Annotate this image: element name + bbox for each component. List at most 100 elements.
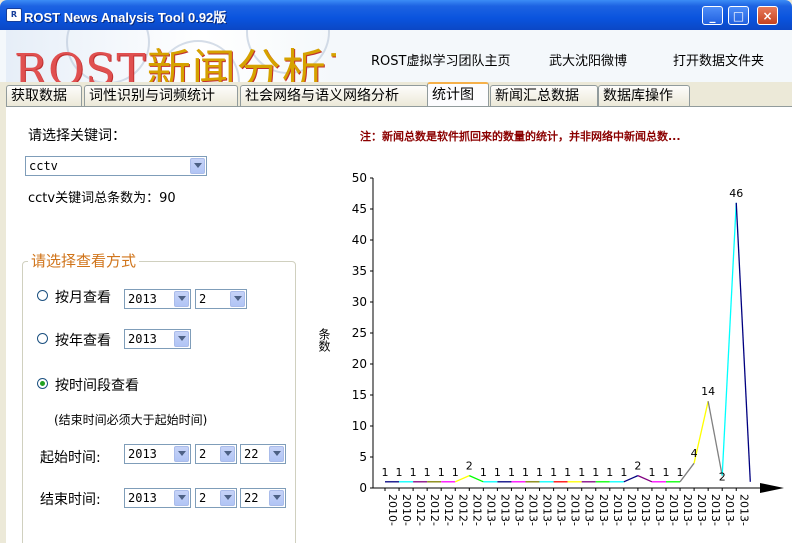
radio-by-month[interactable] [37, 290, 48, 301]
y-tick-label: 40 [352, 233, 367, 247]
x-tick-label: 2013- [611, 494, 624, 526]
x-tick-label: 2013- [555, 494, 568, 526]
link-weibo[interactable]: 武大沈阳微博 [549, 50, 627, 69]
x-tick-label: 2013- [541, 494, 554, 526]
x-tick-label: 2013- [625, 494, 638, 526]
chevron-down-icon[interactable] [269, 490, 284, 506]
data-label: 1 [382, 466, 389, 479]
radio-by-range[interactable] [37, 378, 48, 389]
end-year-value: 2013 [128, 491, 157, 505]
range-note: (结束时间必须大于起始时间) [54, 413, 208, 427]
chevron-down-icon[interactable] [220, 446, 235, 462]
x-tick-label: 2012- [414, 494, 427, 526]
chevron-down-icon[interactable] [220, 490, 235, 506]
data-label: 1 [494, 466, 501, 479]
title-bar[interactable]: R ROST News Analysis Tool 0.92版 _ □ × [0, 0, 792, 30]
by-year-year-select[interactable]: 2013 [124, 329, 191, 349]
by-year-label[interactable]: 按年查看 [55, 330, 111, 350]
data-label: 1 [620, 466, 627, 479]
start-year-value: 2013 [128, 447, 157, 461]
data-label: 2 [634, 460, 641, 473]
series-segment [721, 202, 737, 476]
y-tick-label: 25 [352, 326, 367, 340]
minimize-button[interactable]: _ [702, 6, 723, 25]
x-tick-label: 2013- [484, 494, 497, 526]
banner-logo: ROST新闻分析工具 [6, 30, 336, 82]
data-label: 1 [438, 466, 445, 479]
link-rost-homepage[interactable]: ROST虚拟学习团队主页 [371, 50, 510, 69]
tab-database[interactable]: 数据库操作 [598, 85, 690, 106]
keyword-label: 请选择关键词： [28, 128, 126, 144]
y-tick-label: 35 [352, 264, 367, 278]
x-tick-label: 2010- [386, 494, 399, 526]
x-axis-arrow-icon [760, 483, 784, 493]
statistics-line-chart: 05101520253035404550条数1 1 1 1 1 1 2 1 1 1 1 1 1 1 1 1 1 1… [317, 171, 784, 526]
close-button[interactable]: × [757, 6, 778, 25]
end-day-value: 22 [244, 491, 259, 505]
start-day-select[interactable]: 22 [240, 444, 286, 464]
data-label: 46 [729, 187, 743, 200]
data-label: 1 [480, 466, 487, 479]
chevron-down-icon[interactable] [174, 490, 189, 506]
start-month-select[interactable]: 2 [195, 444, 237, 464]
x-tick-label: 2013- [597, 494, 610, 526]
by-month-year-value: 2013 [128, 292, 157, 306]
data-label: 1 [677, 466, 684, 479]
radio-by-year[interactable] [37, 333, 48, 344]
start-year-select[interactable]: 2013 [124, 444, 191, 464]
data-label: 1 [508, 466, 515, 479]
tab-fetch-data[interactable]: 获取数据 [6, 85, 82, 106]
chevron-down-icon[interactable] [190, 158, 205, 174]
data-label: 4 [691, 447, 698, 460]
banner-text: ROST新闻分析工具 [14, 45, 336, 82]
y-tick-label: 45 [352, 202, 367, 216]
y-tick-label: 30 [352, 295, 367, 309]
by-year-year-value: 2013 [128, 332, 157, 346]
series-segment [735, 202, 751, 482]
x-tick-label: 2013- [653, 494, 666, 526]
tab-network-analysis[interactable]: 社会网络与语义网络分析 [240, 85, 428, 106]
x-tick-label: 2013- [681, 494, 694, 526]
by-month-label[interactable]: 按月查看 [55, 287, 111, 307]
keyword-select[interactable]: cctv [25, 156, 207, 176]
end-day-select[interactable]: 22 [240, 488, 286, 508]
chevron-down-icon[interactable] [269, 446, 284, 462]
x-tick-label: 2012- [442, 494, 455, 526]
end-year-select[interactable]: 2013 [124, 488, 191, 508]
end-month-value: 2 [199, 491, 207, 505]
total-count-label: cctv关键词总条数为： [28, 191, 160, 206]
chevron-down-icon[interactable] [230, 291, 245, 307]
x-tick-label: 2013- [737, 494, 750, 526]
start-month-value: 2 [199, 447, 207, 461]
chart-note: 注：新闻总数是软件抓回来的数量的统计，并非网络中新闻总数... [360, 130, 681, 143]
tab-statistics-chart[interactable]: 统计图 [427, 82, 489, 106]
chevron-down-icon[interactable] [174, 291, 189, 307]
window-title: ROST News Analysis Tool 0.92版 [24, 10, 227, 25]
x-tick-label: 2010- [400, 494, 413, 526]
data-label: 1 [606, 466, 613, 479]
y-tick-label: 10 [352, 419, 367, 433]
by-month-year-select[interactable]: 2013 [124, 289, 191, 309]
data-label: 1 [410, 466, 417, 479]
data-label: 2 [466, 460, 473, 473]
end-month-select[interactable]: 2 [195, 488, 237, 508]
statistics-panel: 请选择关键词： cctv cctv关键词总条数为：90 请选择查看方式 按月查看… [6, 106, 792, 543]
x-tick-label: 2013- [498, 494, 511, 526]
tab-news-summary[interactable]: 新闻汇总数据 [490, 85, 598, 106]
x-tick-label: 2012- [470, 494, 483, 526]
tab-pos-word-freq[interactable]: 词性识别与词频统计 [84, 85, 238, 106]
chevron-down-icon[interactable] [174, 446, 189, 462]
by-range-label[interactable]: 按时间段查看 [55, 375, 139, 395]
data-label: 1 [424, 466, 431, 479]
x-tick-label: 2013- [695, 494, 708, 526]
link-open-data-folder[interactable]: 打开数据文件夹 [673, 50, 764, 69]
maximize-button[interactable]: □ [728, 6, 749, 25]
chevron-down-icon[interactable] [174, 331, 189, 347]
tab-strip: 获取数据 词性识别与词频统计 社会网络与语义网络分析 统计图 新闻汇总数据 数据… [6, 82, 792, 106]
data-label: 1 [396, 466, 403, 479]
by-month-month-select[interactable]: 2 [195, 289, 247, 309]
y-tick-label: 20 [352, 357, 367, 371]
x-tick-label: 2013- [583, 494, 596, 526]
data-label: 1 [663, 466, 670, 479]
app-icon: R [6, 8, 22, 22]
